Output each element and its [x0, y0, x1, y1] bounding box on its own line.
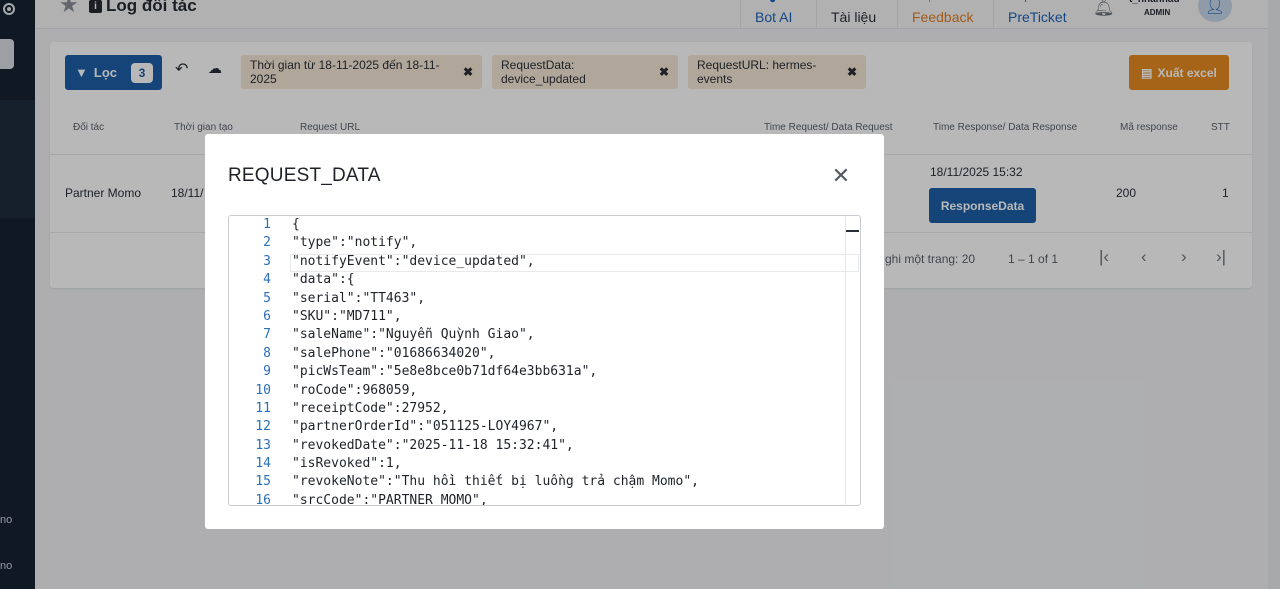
code-line: {	[292, 217, 300, 232]
close-icon[interactable]: ✕	[830, 165, 852, 187]
code-line: "revokeNote":"Thu hồi thiết bị luồng trả…	[292, 474, 699, 490]
code-line: "serial":"TT463",	[292, 290, 426, 306]
code-line: "saleName":"Nguyễn Quỳnh Giao",	[292, 327, 535, 343]
code-line: "isRevoked":1,	[292, 456, 402, 472]
code-line: "picWsTeam":"5e8e8bce0b71df64e3bb631a",	[292, 364, 598, 380]
line-number: 16	[255, 492, 271, 506]
line-number: 13	[255, 437, 271, 453]
line-number: 11	[255, 400, 271, 416]
line-number: 1	[263, 217, 271, 232]
line-number: 14	[255, 456, 271, 472]
code-line: "data":{	[292, 272, 355, 288]
code-line: "partnerOrderId":"051125-LOY4967",	[292, 419, 559, 435]
code-content[interactable]: { "type":"notify", "notifyEvent":"device_u…	[292, 216, 847, 506]
json-code-viewer[interactable]: 1 2 3 4 5 6 7 8 9 10 11 12 13 14 15 16 {"type":"notify"…	[228, 215, 861, 506]
code-line: "roCode":968059,	[292, 382, 418, 398]
request-data-modal: REQUEST_DATA ✕ 1 2 3 4 5 6 7 8 9 10 11 12 13 14 15 16 {…	[205, 134, 884, 529]
line-number: 7	[263, 327, 271, 343]
code-line: "srcCode":"PARTNER_MOMO",	[292, 492, 488, 506]
code-line: "SKU":"MD711",	[292, 308, 402, 324]
line-number: 8	[263, 345, 271, 361]
line-number: 4	[263, 272, 271, 288]
code-line: "notifyEvent":"device_updated",	[292, 253, 535, 269]
code-line: "receiptCode":27952,	[292, 400, 449, 416]
scrollbar-thumb[interactable]	[846, 230, 859, 232]
line-number: 3	[263, 253, 271, 269]
modal-title: REQUEST_DATA	[228, 165, 381, 186]
code-line: "revokedDate":"2025-11-18 15:32:41",	[292, 437, 574, 453]
line-number: 2	[263, 235, 271, 251]
code-line: "salePhone":"01686634020",	[292, 345, 496, 361]
line-number: 9	[263, 364, 271, 380]
code-line: "type":"notify",	[292, 235, 418, 251]
line-number: 5	[263, 290, 271, 306]
line-number: 12	[255, 419, 271, 435]
line-number: 6	[263, 308, 271, 324]
line-number: 10	[255, 382, 271, 398]
scrollbar[interactable]	[845, 216, 846, 505]
line-number-gutter: 1 2 3 4 5 6 7 8 9 10 11 12 13 14 15 16	[229, 216, 279, 506]
line-number: 15	[255, 474, 271, 490]
